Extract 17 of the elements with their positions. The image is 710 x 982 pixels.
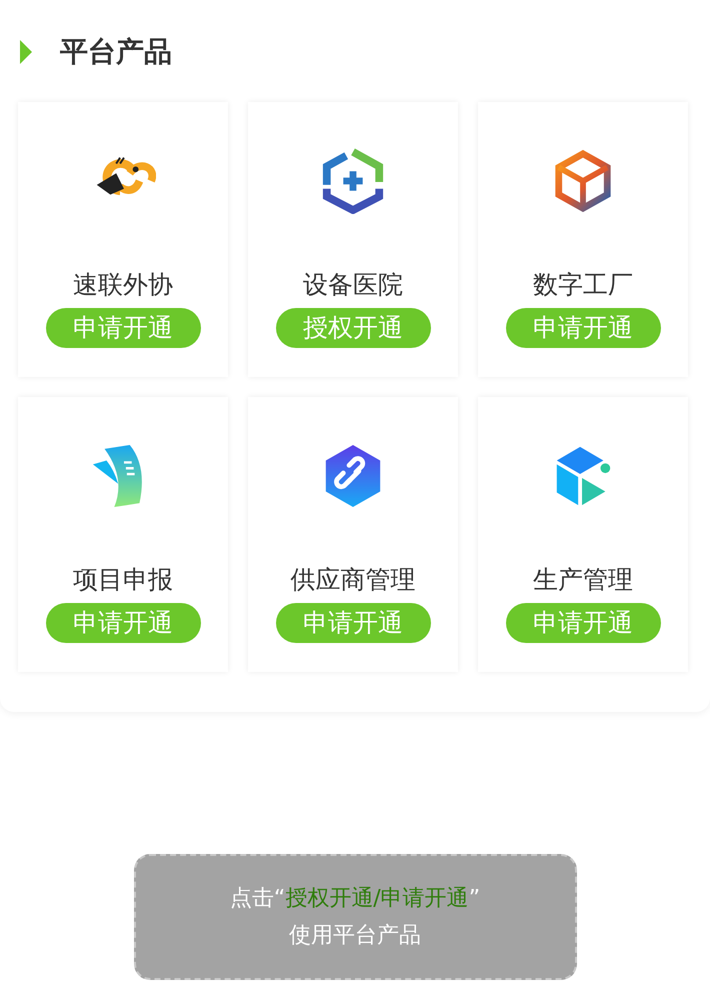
hexagon-plus-icon	[320, 148, 386, 214]
hint-text: 点击“授权开通/申请开通”	[230, 885, 480, 913]
activate-button[interactable]: 申请开通	[46, 603, 200, 643]
product-name: 项目申报	[73, 565, 173, 595]
product-name: 供应商管理	[290, 565, 416, 595]
activate-button[interactable]: 申请开通	[276, 603, 430, 643]
product-name: 设备医院	[303, 270, 403, 300]
activate-button[interactable]: 申请开通	[506, 308, 660, 348]
triangle-icon	[20, 40, 32, 64]
product-name: 速联外协	[73, 270, 173, 300]
product-name: 生产管理	[533, 565, 633, 595]
hint-text: 使用平台产品	[289, 922, 421, 950]
activate-button[interactable]: 授权开通	[276, 308, 430, 348]
activate-button[interactable]: 申请开通	[46, 308, 200, 348]
activate-button[interactable]: 申请开通	[506, 603, 660, 643]
section-title: 平台产品	[60, 34, 172, 70]
product-name: 数字工厂	[533, 270, 633, 300]
